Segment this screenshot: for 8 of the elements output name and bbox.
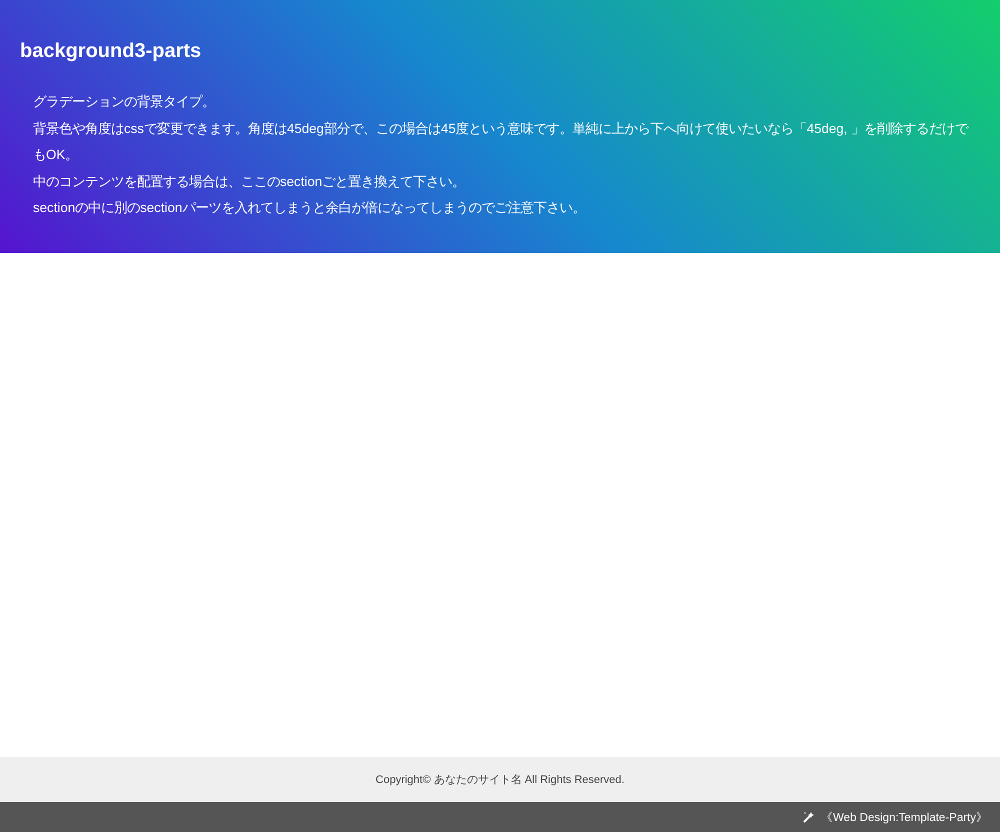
copyright-text: Copyright© あなたのサイト名 All Rights Reserved. — [376, 773, 624, 787]
section-title: background3-parts — [20, 40, 202, 63]
paragraph: sectionの中に別のsectionパーツを入れてしまうと余白が倍になってしまうのでご注意下さい。 — [33, 199, 586, 217]
paragraph: グラデーションの背景タイプ。 — [33, 93, 216, 111]
template-party-link[interactable]: 《Web Design:Template-Party》 — [821, 810, 988, 824]
magic-wand-icon — [803, 811, 816, 823]
paragraph: 中のコンテンツを配置する場合は、ここのsectionごと置き換えて下さい。 — [33, 172, 466, 190]
paragraph: 背景色や角度はcssで変更できます。角度は45deg部分で、この場合は45度という意味です。単純に上から下へ向けて使いたいなら「45deg, 」を削除するだけでもOK。 — [33, 120, 970, 164]
